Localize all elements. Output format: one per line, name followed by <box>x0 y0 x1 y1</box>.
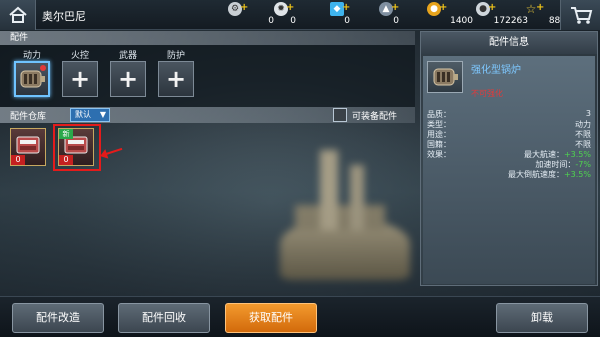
slot-label-armor: 防护 <box>166 51 185 61</box>
effect-value: +3.5% <box>563 150 591 159</box>
info-row-usage: 用途： 不限 <box>427 129 591 139</box>
plus-icon: + <box>439 2 448 13</box>
plus-icon: + <box>286 2 295 13</box>
part-icon <box>427 61 463 93</box>
slot-firecontrol[interactable]: + <box>62 61 98 97</box>
add-icon: + <box>69 65 91 93</box>
ship-background <box>270 130 420 300</box>
resource-gear[interactable]: ✹ + 0 <box>270 0 330 30</box>
add-icon: + <box>165 65 187 93</box>
effect-value: -7% <box>575 160 591 169</box>
plus-icon: + <box>342 2 351 13</box>
resource-value: 1400 <box>450 16 473 26</box>
warehouse-title: 配件仓库 <box>10 112 47 122</box>
obtain-part-button[interactable]: 获取配件 <box>225 303 317 333</box>
info-row-nationality: 国籍： 不限 <box>427 139 591 149</box>
home-button[interactable] <box>0 0 36 30</box>
highlight-box <box>53 124 101 171</box>
chevron-down-icon: ▼ <box>99 110 106 119</box>
resource-value: 0 <box>344 16 350 26</box>
equippable-label: 可装备配件 <box>352 112 398 122</box>
shop-button[interactable] <box>560 0 600 30</box>
equippable-checkbox[interactable] <box>333 108 347 122</box>
effect-name: 最大航速： <box>523 150 564 159</box>
slot-weapon[interactable]: + <box>110 61 146 97</box>
plus-icon: + <box>240 2 249 13</box>
info-header: 配件信息 <box>421 32 597 54</box>
info-card: 强化型锅炉 不可强化 品质： 3 类型： 动力 用途： 不限 国籍： 不限 效果… <box>423 56 595 284</box>
slot-power[interactable] <box>14 61 50 97</box>
sort-dropdown[interactable]: 默认 ▼ <box>70 108 110 122</box>
sort-value: 默认 <box>75 110 91 119</box>
slot-label-weapon: 武器 <box>118 51 137 61</box>
unload-button[interactable]: 卸载 <box>496 303 588 333</box>
plus-icon: + <box>391 2 400 13</box>
boiler-icon <box>433 68 458 86</box>
part-name: 强化型锅炉 <box>471 65 521 76</box>
ship-name: 奥尔巴尼 <box>42 10 86 23</box>
effect-label: 效果： <box>427 150 451 159</box>
part-status: 不可强化 <box>471 89 503 98</box>
notification-dot <box>40 65 46 71</box>
home-icon <box>8 6 27 23</box>
modify-part-button[interactable]: 配件改造 <box>12 303 104 333</box>
effect-name: 最大倒航速度： <box>507 170 564 179</box>
info-value: 3 <box>585 109 591 118</box>
plus-icon: + <box>536 2 545 13</box>
info-row-type: 类型： 动力 <box>427 119 591 129</box>
warehouse-bar: 配件仓库 默认 ▼ 可装备配件 <box>0 107 415 123</box>
cart-icon <box>570 7 592 24</box>
resource-value: 0 <box>393 16 399 26</box>
effect-value: +3.5% <box>563 170 591 179</box>
info-row-quality: 品质： 3 <box>427 109 591 119</box>
parts-section-title: 配件 <box>0 31 415 45</box>
effect-line: 最大倒航速度：+3.5% <box>508 169 591 180</box>
add-icon: + <box>117 65 139 93</box>
effect-name: 加速时间： <box>535 160 576 169</box>
plus-icon: + <box>488 2 497 13</box>
resource-value: 0 <box>290 16 296 26</box>
part-info-panel: 配件信息 强化型锅炉 不可强化 品质： 3 类型： 动力 用途： 不限 国籍： <box>420 31 598 286</box>
warehouse-item[interactable]: 0 <box>10 128 46 166</box>
item-count: 0 <box>11 155 25 165</box>
slot-armor[interactable]: + <box>158 61 194 97</box>
slot-label-power: 动力 <box>22 51 41 61</box>
top-bar: 奥尔巴尼 ⚙ + 0 ✹ + 0 ◆ + 0 ▲ + 0 ● + 1400 ● … <box>0 0 600 30</box>
recycle-part-button[interactable]: 配件回收 <box>118 303 210 333</box>
slot-label-firecontrol: 火控 <box>70 51 89 61</box>
